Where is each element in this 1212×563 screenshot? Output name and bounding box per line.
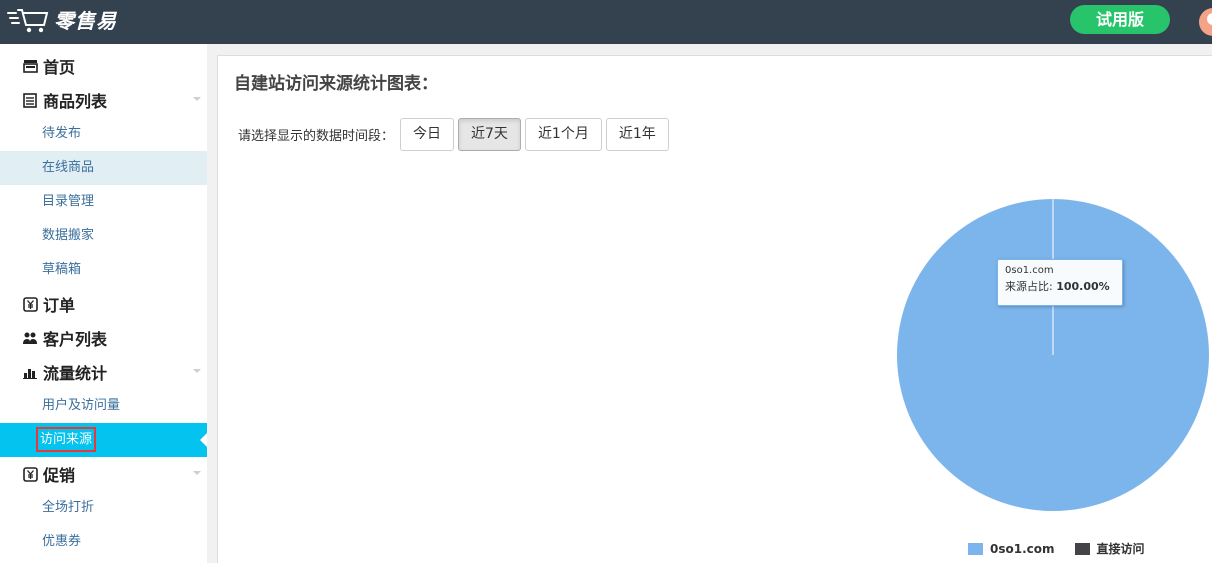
sidebar-section-label: 流量统计 xyxy=(43,364,108,383)
top-bar: 零售易 试用版 xyxy=(0,0,1212,44)
trial-button[interactable]: 试用版 xyxy=(1070,5,1170,34)
logo[interactable]: 零售易 xyxy=(6,4,117,34)
legend-item[interactable]: 直接访问 xyxy=(1074,540,1145,557)
bar-chart-icon xyxy=(22,364,38,380)
sidebar-section-product-list[interactable]: 商品列表 xyxy=(0,83,207,117)
pie-chart xyxy=(897,199,1209,511)
logo-text: 零售易 xyxy=(54,8,117,33)
chart-legend: 0so1.com 直接访问 xyxy=(968,540,1165,557)
legend-swatch xyxy=(968,542,983,555)
sidebar-section-label: 促销 xyxy=(43,466,76,485)
sidebar-section-orders[interactable]: 订单 xyxy=(0,287,207,321)
legend-swatch xyxy=(1074,542,1090,555)
sidebar-item-coupons[interactable]: 优惠券 xyxy=(0,525,207,559)
sidebar-section-label: 客户列表 xyxy=(43,330,108,349)
sidebar-item-visit-sources[interactable]: 访问来源 xyxy=(0,423,207,457)
chevron-down-icon xyxy=(193,471,201,475)
tooltip-value: 100.00% xyxy=(1056,280,1110,293)
tooltip-label: 来源占比: xyxy=(1005,280,1057,293)
sidebar-item-online-products[interactable]: 在线商品 xyxy=(0,151,207,185)
sidebar-section-label: 订单 xyxy=(43,296,76,315)
sidebar-section-home[interactable]: 首页 xyxy=(0,49,207,83)
sidebar-section-label: 商品列表 xyxy=(43,92,108,111)
shopping-cart-icon xyxy=(7,9,49,33)
sidebar-item-store-discount[interactable]: 全场打折 xyxy=(0,491,207,525)
chart-tooltip: 0so1.com 来源占比: 100.00% xyxy=(997,259,1123,306)
avatar[interactable] xyxy=(1199,8,1212,36)
yen-icon xyxy=(22,466,38,482)
users-icon xyxy=(22,330,38,346)
sidebar: 首页 商品列表 待发布 在线商品 目录管理 数据搬家 草稿箱 订单 客户列表 流… xyxy=(0,44,207,563)
sidebar-item-pending[interactable]: 待发布 xyxy=(0,117,207,151)
legend-label: 直接访问 xyxy=(1096,542,1145,556)
sidebar-item-label: 访问来源 xyxy=(36,427,97,452)
chevron-down-icon xyxy=(193,97,201,101)
sidebar-section-customers[interactable]: 客户列表 xyxy=(0,321,207,355)
legend-label: 0so1.com xyxy=(990,541,1055,556)
sidebar-section-promotion[interactable]: 促销 xyxy=(0,457,207,491)
list-icon xyxy=(22,92,38,108)
content-panel: 自建站访问来源统计图表： 请选择显示的数据时间段： 今日 近7天 近1个月 近1… xyxy=(217,55,1212,563)
sidebar-section-traffic[interactable]: 流量统计 xyxy=(0,355,207,389)
sidebar-section-label: 首页 xyxy=(43,58,76,77)
sidebar-item-data-migration[interactable]: 数据搬家 xyxy=(0,219,207,253)
legend-item[interactable]: 0so1.com xyxy=(968,542,1055,556)
tooltip-series-name: 0so1.com xyxy=(1005,265,1054,276)
sidebar-item-drafts[interactable]: 草稿箱 xyxy=(0,253,207,287)
chevron-down-icon xyxy=(193,369,201,373)
sidebar-item-catalog[interactable]: 目录管理 xyxy=(0,185,207,219)
store-icon xyxy=(22,58,38,74)
sidebar-item-user-visits[interactable]: 用户及访问量 xyxy=(0,389,207,423)
yen-icon xyxy=(22,296,38,312)
